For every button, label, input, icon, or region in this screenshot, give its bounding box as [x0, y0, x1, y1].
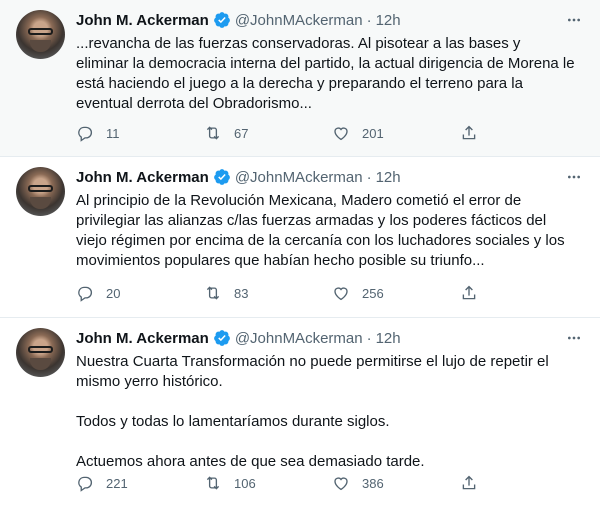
like-button[interactable]: 386 — [332, 474, 460, 492]
retweet-icon — [206, 476, 220, 490]
like-count: 386 — [362, 475, 384, 491]
tweet-text: Al principio de la Revolución Mexicana, … — [76, 191, 576, 271]
verified-badge-icon — [213, 169, 230, 185]
author-handle[interactable]: @JohnMAckerman — [235, 12, 363, 29]
author-name[interactable]: John M. Ackerman — [76, 330, 209, 347]
tweet-paragraph: Todos y todas lo lamentaríamos durante s… — [76, 413, 390, 430]
tweet-thread: John M. Ackerman @JohnMAckerman · 12h ..… — [0, 0, 600, 509]
timestamp[interactable]: 12h — [376, 169, 401, 186]
reply-count: 11 — [106, 125, 120, 141]
reply-icon — [78, 286, 92, 302]
separator-dot: · — [366, 168, 372, 186]
retweet-icon — [206, 286, 220, 300]
retweet-count: 106 — [234, 475, 256, 491]
tweet-header: John M. Ackerman @JohnMAckerman · 12h — [76, 167, 588, 187]
like-button[interactable]: 256 — [332, 284, 460, 302]
like-count: 256 — [362, 285, 384, 301]
avatar[interactable] — [16, 167, 65, 216]
tweet-actions: 11 67 201 — [76, 123, 588, 143]
tweet-text: Nuestra Cuarta Transformación no puede p… — [76, 352, 576, 472]
retweet-count: 67 — [234, 125, 249, 141]
separator-dot: · — [366, 11, 372, 29]
more-icon[interactable] — [566, 12, 582, 28]
timestamp[interactable]: 12h — [376, 330, 401, 347]
like-icon — [334, 127, 348, 141]
reply-count: 221 — [106, 475, 128, 491]
retweet-button[interactable]: 83 — [204, 284, 332, 302]
retweet-icon — [206, 126, 220, 140]
separator-dot: · — [366, 329, 372, 347]
reply-button[interactable]: 221 — [76, 474, 204, 492]
verified-badge-icon — [213, 12, 230, 28]
tweet-paragraph: Actuemos ahora antes de que sea demasiad… — [76, 453, 425, 470]
tweet[interactable]: John M. Ackerman @JohnMAckerman · 12h Al… — [0, 157, 600, 318]
like-icon — [334, 287, 348, 301]
avatar[interactable] — [16, 10, 65, 59]
tweet[interactable]: John M. Ackerman @JohnMAckerman · 12h Nu… — [0, 318, 600, 509]
retweet-count: 83 — [234, 285, 249, 301]
tweet-content: John M. Ackerman @JohnMAckerman · 12h Al… — [76, 167, 588, 271]
retweet-button[interactable]: 106 — [204, 474, 332, 492]
share-button[interactable] — [460, 284, 588, 302]
tweet-paragraph: Nuestra Cuarta Transformación no puede p… — [76, 353, 549, 390]
share-icon — [462, 285, 476, 300]
tweet-actions: 20 83 256 — [76, 283, 588, 303]
share-button[interactable] — [460, 474, 588, 492]
share-icon — [462, 125, 476, 140]
tweet-actions: 221 106 386 — [76, 473, 588, 493]
tweet-paragraph: ...revancha de las fuerzas conservadoras… — [76, 35, 575, 112]
like-icon — [334, 477, 348, 491]
timestamp[interactable]: 12h — [376, 12, 401, 29]
author-name[interactable]: John M. Ackerman — [76, 169, 209, 186]
author-handle[interactable]: @JohnMAckerman — [235, 330, 363, 347]
tweet-header: John M. Ackerman @JohnMAckerman · 12h — [76, 10, 588, 30]
like-button[interactable]: 201 — [332, 124, 460, 142]
author-handle[interactable]: @JohnMAckerman — [235, 169, 363, 186]
verified-badge-icon — [213, 330, 230, 346]
tweet[interactable]: John M. Ackerman @JohnMAckerman · 12h ..… — [0, 0, 600, 157]
tweet-text: ...revancha de las fuerzas conservadoras… — [76, 34, 576, 114]
more-icon[interactable] — [566, 169, 582, 185]
reply-button[interactable]: 20 — [76, 284, 204, 302]
reply-icon — [78, 476, 92, 492]
tweet-paragraph: Al principio de la Revolución Mexicana, … — [76, 192, 565, 269]
share-icon — [462, 475, 476, 490]
tweet-content: John M. Ackerman @JohnMAckerman · 12h ..… — [76, 10, 588, 114]
retweet-button[interactable]: 67 — [204, 124, 332, 142]
share-button[interactable] — [460, 124, 588, 142]
reply-icon — [78, 126, 92, 142]
reply-button[interactable]: 11 — [76, 124, 204, 142]
like-count: 201 — [362, 125, 384, 141]
tweet-header: John M. Ackerman @JohnMAckerman · 12h — [76, 328, 588, 348]
author-name[interactable]: John M. Ackerman — [76, 12, 209, 29]
tweet-content: John M. Ackerman @JohnMAckerman · 12h Nu… — [76, 328, 588, 472]
more-icon[interactable] — [566, 330, 582, 346]
avatar[interactable] — [16, 328, 65, 377]
reply-count: 20 — [106, 285, 121, 301]
